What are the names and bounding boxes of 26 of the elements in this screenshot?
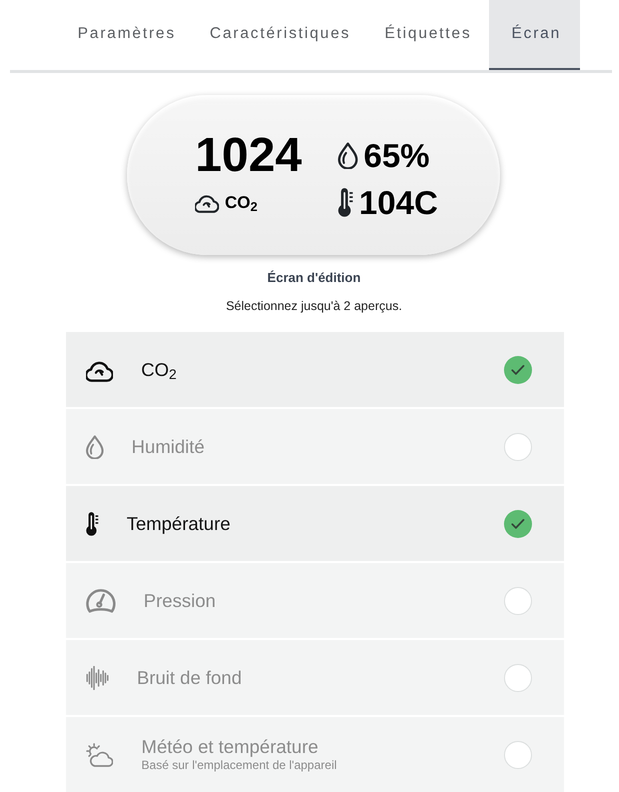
- tab[interactable]: Paramètres: [60, 0, 193, 70]
- option-label: CO$_{2}$: [141, 358, 177, 381]
- option-label: Humidité: [132, 436, 205, 458]
- thermometer-icon: [86, 512, 99, 536]
- editor-hint: Sélectionnez jusqu'à 2 aperçus.: [224, 298, 404, 315]
- reading-value: 65%: [364, 139, 430, 172]
- option-subtitle: Basé sur l'emplacement de l'appareil: [141, 758, 337, 774]
- sound-wave-icon: [86, 666, 109, 690]
- reading-value: 1024: [195, 132, 302, 180]
- water-drop-icon: [86, 434, 104, 459]
- gauge-icon: [86, 588, 116, 613]
- option-label: Bruit de fond: [136, 666, 242, 689]
- metric-option[interactable]: CO$_{2}$: [66, 332, 564, 408]
- water-drop-icon: [338, 142, 358, 169]
- option-label: Pression: [144, 590, 216, 612]
- metric-option[interactable]: Température: [66, 486, 564, 562]
- tab[interactable]: Écran: [488, 0, 580, 70]
- tab[interactable]: Étiquettes: [368, 0, 488, 70]
- unit-label: CO$_{2}$: [224, 194, 258, 210]
- thermometer-icon: [338, 188, 354, 216]
- editor-title: Écran d'édition: [266, 269, 362, 287]
- sun-cloud-icon: [86, 742, 114, 767]
- option-label: Température: [126, 512, 230, 535]
- reading-value: 104C: [359, 186, 438, 218]
- tab[interactable]: Caractéristiques: [192, 0, 368, 70]
- option-label: Météo et température: [141, 736, 318, 758]
